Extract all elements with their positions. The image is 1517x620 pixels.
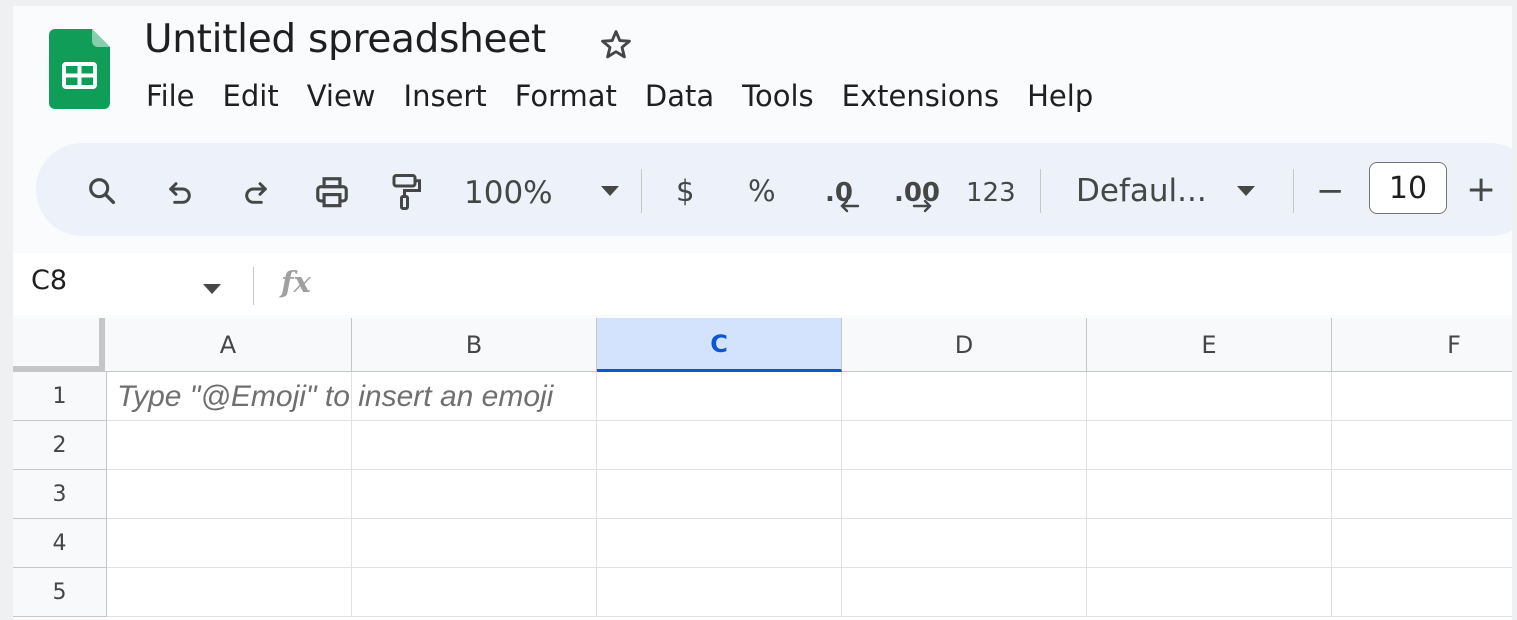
arrow-right-icon	[912, 199, 932, 213]
menu-file[interactable]: File	[137, 76, 214, 116]
decrease-font-size-button[interactable]: −	[1316, 169, 1345, 213]
cell-f4[interactable]	[1332, 519, 1512, 568]
cell-e2[interactable]	[1087, 421, 1332, 470]
cell-a3[interactable]	[107, 470, 352, 519]
column-header-d[interactable]: D	[842, 318, 1087, 372]
cell-b3[interactable]	[352, 470, 597, 519]
row-header-3[interactable]: 3	[13, 470, 107, 519]
cell-a1[interactable]	[107, 372, 352, 421]
cell-d3[interactable]	[842, 470, 1087, 519]
cell-a2[interactable]	[107, 421, 352, 470]
cell-b4[interactable]	[352, 519, 597, 568]
cell-d2[interactable]	[842, 421, 1087, 470]
sheets-logo-icon[interactable]	[49, 29, 110, 109]
increase-font-size-button[interactable]: +	[1466, 167, 1496, 211]
font-size-input[interactable]: 10	[1369, 162, 1447, 214]
row-header-5[interactable]: 5	[13, 568, 107, 617]
document-title[interactable]: Untitled spreadsheet	[144, 17, 546, 62]
decrease-decimal-button[interactable]: .0	[816, 169, 862, 217]
column-header-a[interactable]: A	[105, 318, 352, 372]
formula-input[interactable]	[343, 265, 1443, 303]
fx-icon: fx	[281, 265, 311, 299]
row-header-4[interactable]: 4	[13, 519, 107, 568]
menu-view[interactable]: View	[298, 76, 395, 116]
row-header-1[interactable]: 1	[13, 372, 107, 421]
column-header-b[interactable]: B	[352, 318, 597, 372]
cell-f2[interactable]	[1332, 421, 1512, 470]
divider	[253, 267, 254, 305]
sheet-grid: A B C D E F 1 2 3 4 5 Type "@Emoji" to i…	[13, 318, 1512, 620]
column-header-e[interactable]: E	[1087, 318, 1332, 372]
cell-d4[interactable]	[842, 519, 1087, 568]
zoom-select[interactable]: 100%	[464, 173, 553, 213]
font-select[interactable]: Defaul...	[1076, 171, 1207, 211]
name-box[interactable]: C8	[31, 265, 67, 296]
cell-b2[interactable]	[352, 421, 597, 470]
chevron-down-icon[interactable]	[599, 183, 621, 199]
currency-format-button[interactable]: $	[676, 171, 694, 211]
cell-e4[interactable]	[1087, 519, 1332, 568]
increase-decimal-button[interactable]: .00	[890, 169, 944, 217]
search-icon[interactable]	[82, 171, 122, 211]
print-icon[interactable]	[310, 171, 354, 215]
cell-d1[interactable]	[842, 372, 1087, 421]
cell-f3[interactable]	[1332, 470, 1512, 519]
menu-bar: File Edit View Insert Format Data Tools …	[137, 76, 1112, 116]
toolbar: 100% $ % .0 .00 123 Defaul... − 10 +	[36, 143, 1512, 236]
arrow-left-icon	[840, 199, 860, 213]
menu-extensions[interactable]: Extensions	[833, 76, 1018, 116]
cell-c5[interactable]	[597, 568, 842, 617]
chevron-down-icon[interactable]	[203, 281, 221, 299]
row-header-2[interactable]: 2	[13, 421, 107, 470]
percent-format-button[interactable]: %	[748, 171, 776, 211]
menu-help[interactable]: Help	[1018, 76, 1112, 116]
cell-b5[interactable]	[352, 568, 597, 617]
column-header-f[interactable]: F	[1332, 318, 1512, 372]
chevron-down-icon[interactable]	[1235, 183, 1257, 199]
cell-e3[interactable]	[1087, 470, 1332, 519]
cell-a4[interactable]	[107, 519, 352, 568]
star-icon[interactable]	[597, 26, 635, 64]
cell-c2[interactable]	[597, 421, 842, 470]
cell-b1[interactable]	[352, 372, 597, 421]
cell-a5[interactable]	[107, 568, 352, 617]
cell-c4[interactable]	[597, 519, 842, 568]
column-header-c[interactable]: C	[597, 318, 842, 372]
cell-f1[interactable]	[1332, 372, 1512, 421]
undo-icon[interactable]	[160, 173, 200, 213]
paint-format-icon[interactable]	[384, 169, 428, 215]
menu-insert[interactable]: Insert	[395, 76, 506, 116]
menu-tools[interactable]: Tools	[733, 76, 832, 116]
menu-edit[interactable]: Edit	[214, 76, 298, 116]
cell-f5[interactable]	[1332, 568, 1512, 617]
menu-data[interactable]: Data	[636, 76, 733, 116]
cell-c1[interactable]	[597, 372, 842, 421]
formula-bar: C8 fx	[13, 253, 1512, 315]
cell-d5[interactable]	[842, 568, 1087, 617]
redo-icon[interactable]	[236, 173, 276, 213]
more-formats-button[interactable]: 123	[966, 173, 1016, 213]
cell-e1[interactable]	[1087, 372, 1332, 421]
sheets-app: Untitled spreadsheet File Edit View Inse…	[13, 6, 1512, 620]
cell-e5[interactable]	[1087, 568, 1332, 617]
select-all-corner[interactable]	[13, 318, 105, 372]
cell-c3[interactable]	[597, 470, 842, 519]
menu-format[interactable]: Format	[506, 76, 636, 116]
